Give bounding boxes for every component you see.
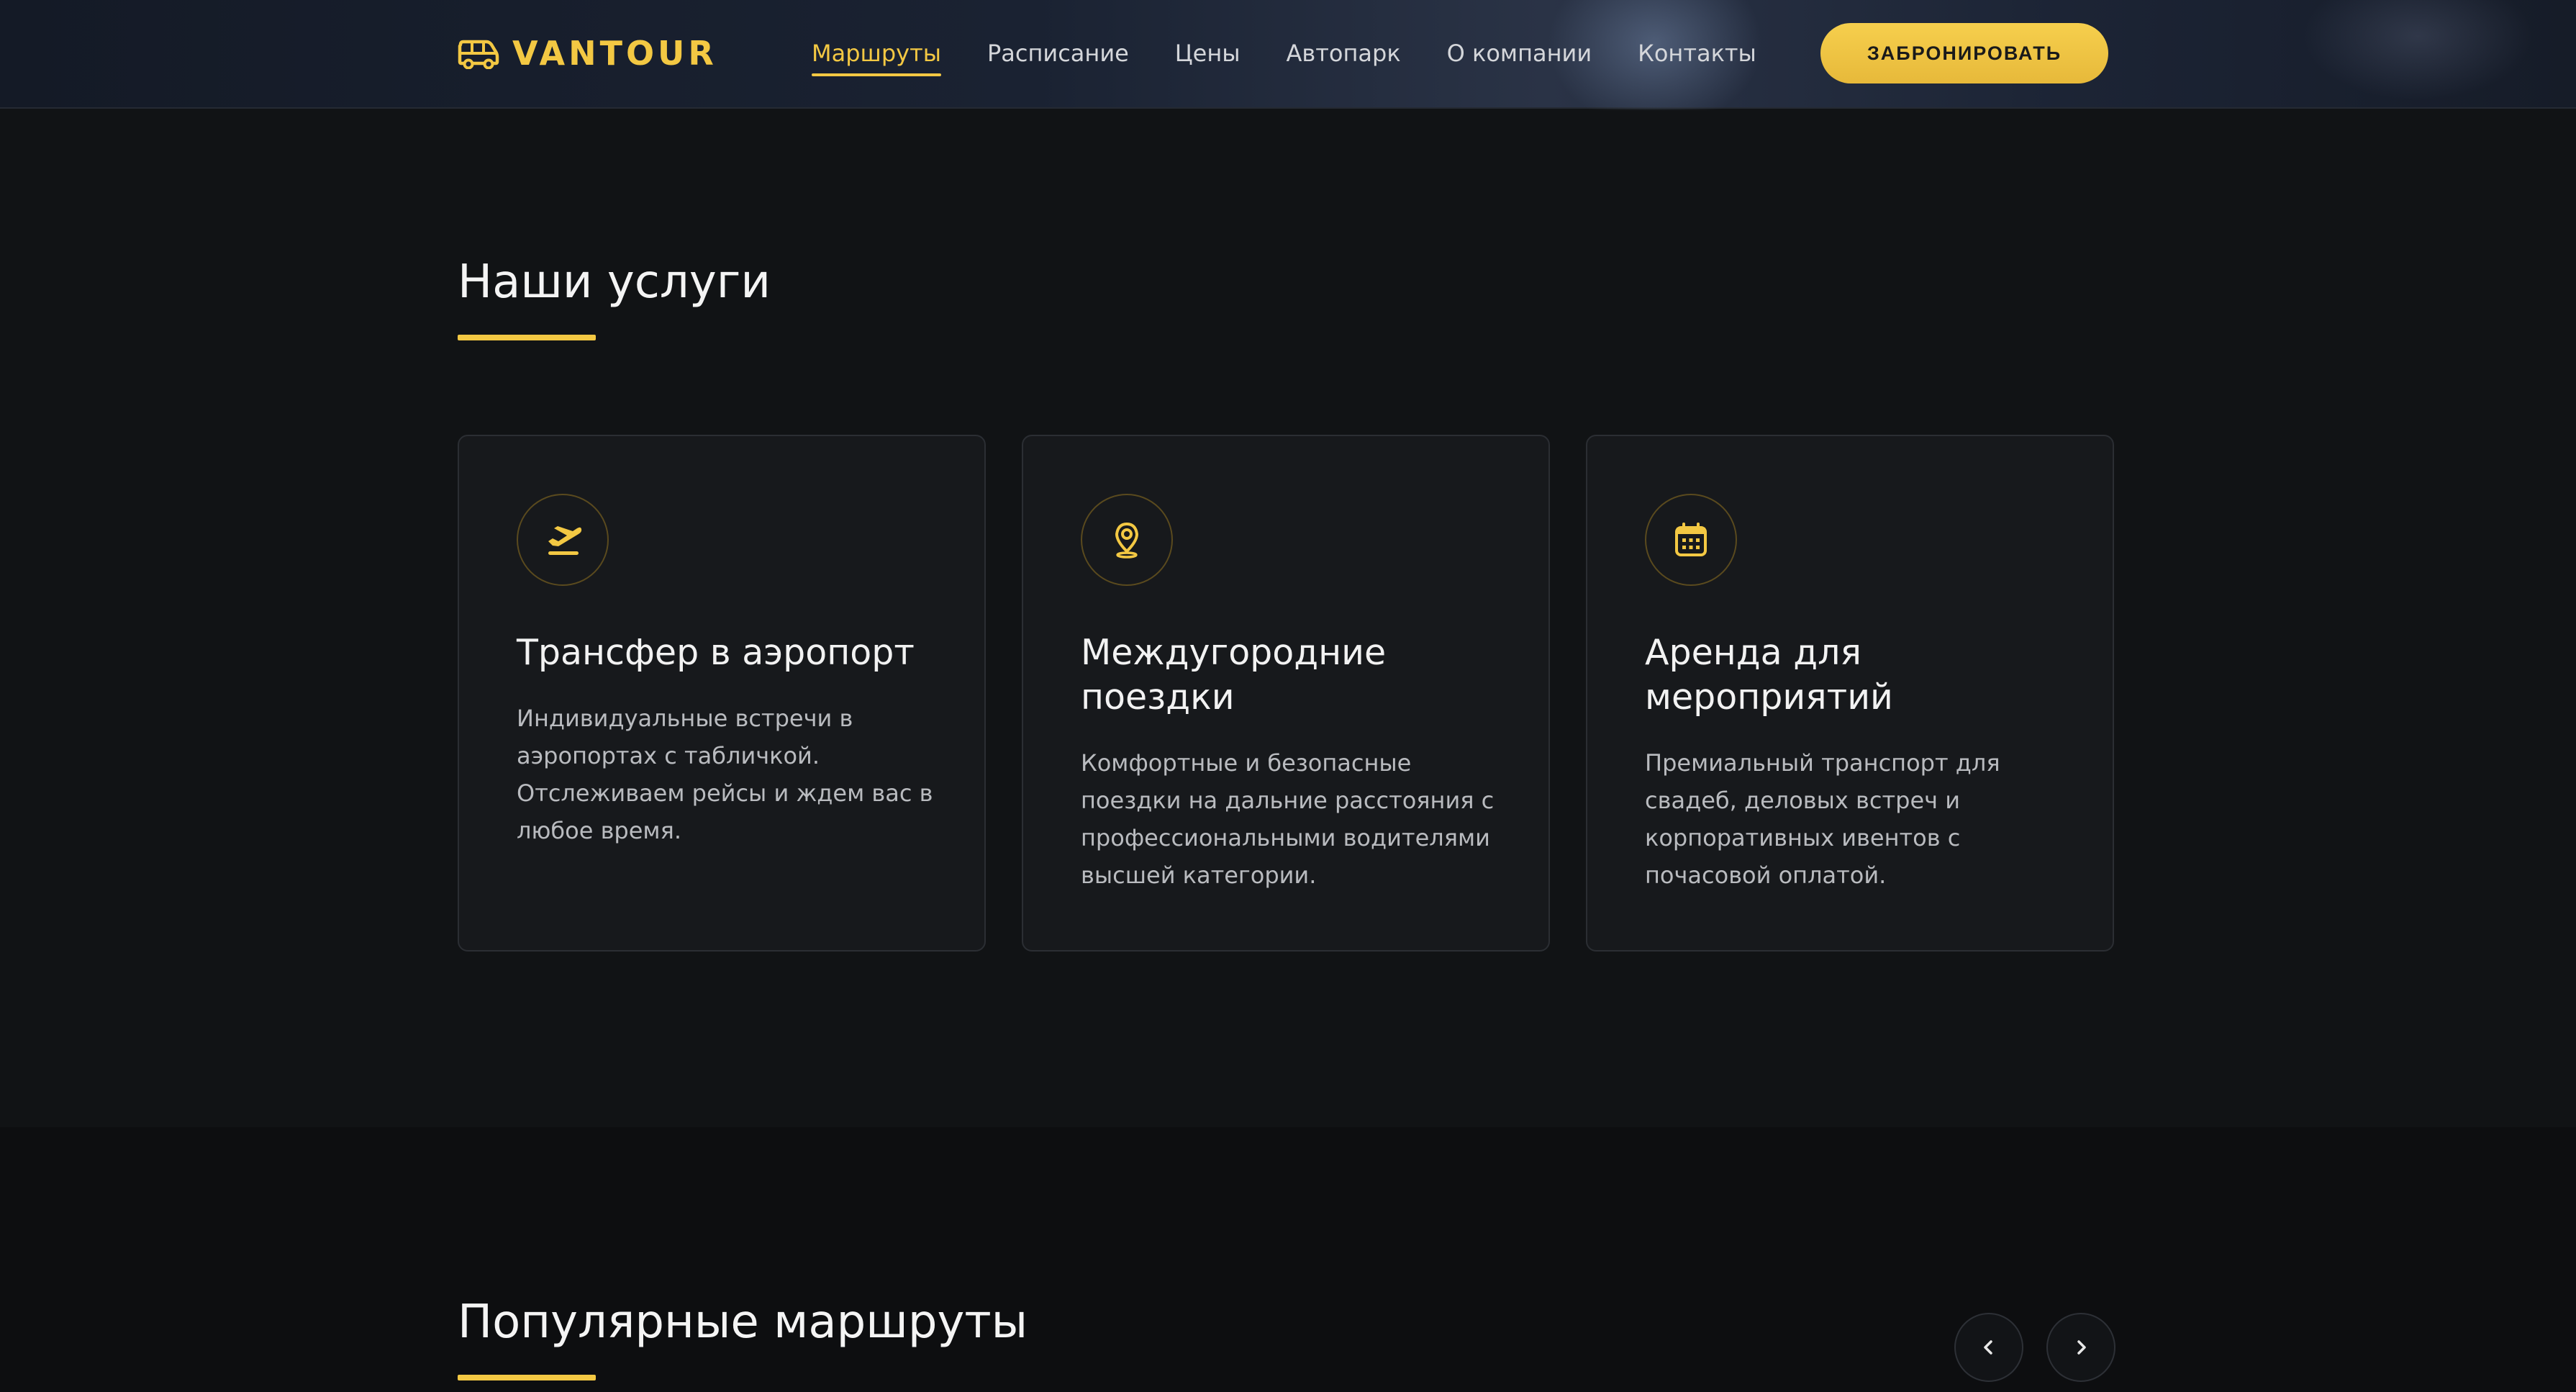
nav-item-fleet[interactable]: Автопарк — [1287, 32, 1401, 75]
airplane-departure-icon — [517, 494, 609, 586]
service-card-title: Аренда для мероприятий — [1645, 632, 1893, 718]
service-card-description: Индивидуальные встречи в аэропортах с та… — [517, 705, 933, 844]
logo[interactable]: VANTOUR — [458, 30, 717, 76]
page: VANTOUR Маршруты Расписание Цены Автопар… — [0, 0, 2576, 1392]
service-card-airport[interactable]: Трансфер в аэропорт Индивидуальные встре… — [458, 435, 986, 952]
brand-name: VANTOUR — [512, 34, 717, 73]
nav-item-about[interactable]: О компании — [1447, 32, 1592, 75]
nav-item-routes[interactable]: Маршруты — [812, 32, 941, 76]
chevron-right-icon — [2077, 1340, 2086, 1355]
carousel-next-button[interactable] — [2046, 1313, 2115, 1382]
service-card-intercity[interactable]: Междугородние поездки Комфортные и безоп… — [1022, 435, 1550, 952]
chevron-left-icon — [1984, 1340, 1992, 1355]
nav-item-schedule[interactable]: Расписание — [987, 32, 1129, 75]
calendar-icon — [1645, 494, 1737, 586]
main-nav: Маршруты Расписание Цены Автопарк О комп… — [812, 32, 1802, 76]
carousel-prev-button[interactable] — [1954, 1313, 2023, 1382]
services-title: Наши услуги — [458, 256, 771, 309]
services-section: Наши услуги Трансфер в аэропорт Индивиду… — [0, 110, 2576, 1127]
service-card-title: Междугородние поездки — [1081, 632, 1387, 718]
popular-routes-section: Популярные маршруты — [0, 1127, 2576, 1392]
routes-title-underline — [458, 1375, 596, 1380]
service-card-description: Комфортные и безопасные поездки на дальн… — [1081, 749, 1495, 889]
services-title-underline — [458, 335, 596, 340]
header-glow-right — [2303, 0, 2533, 101]
nav-item-contacts[interactable]: Контакты — [1638, 32, 1756, 75]
site-header: VANTOUR Маршруты Расписание Цены Автопар… — [0, 0, 2576, 130]
map-pin-icon — [1081, 494, 1173, 586]
service-card-description: Премиальный транспорт для свадеб, деловы… — [1645, 749, 2000, 889]
routes-title: Популярные маршруты — [458, 1296, 1028, 1349]
nav-item-prices[interactable]: Цены — [1175, 32, 1241, 75]
service-card-title: Трансфер в аэропорт — [517, 632, 915, 673]
book-button[interactable]: ЗАБРОНИРОВАТЬ — [1820, 23, 2108, 83]
van-icon — [458, 40, 499, 69]
service-card-events[interactable]: Аренда для мероприятий Премиальный транс… — [1586, 435, 2114, 952]
